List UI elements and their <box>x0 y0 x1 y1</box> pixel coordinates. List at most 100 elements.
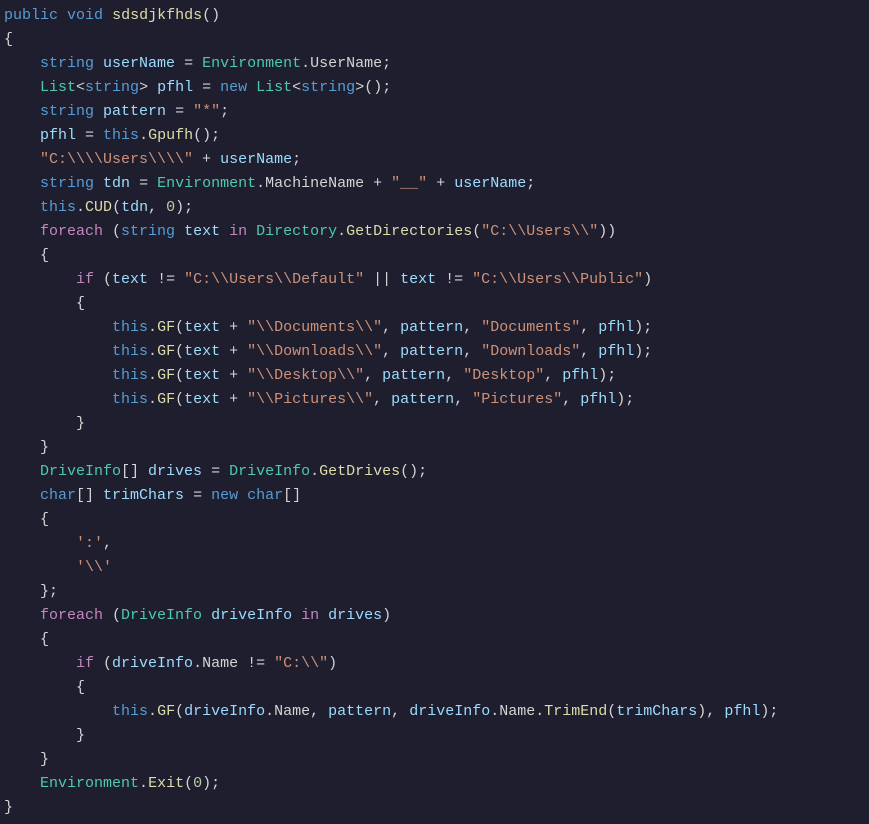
token: "C:\\\\Users\\\\" <box>40 151 193 168</box>
token: string <box>40 103 94 120</box>
token: pattern <box>382 367 445 384</box>
token: , <box>382 343 400 360</box>
token: string <box>40 55 94 72</box>
token: ) <box>382 607 391 624</box>
token: CUD <box>85 199 112 216</box>
token: + <box>220 343 247 360</box>
token: ); <box>598 367 616 384</box>
token: ; <box>526 175 535 192</box>
token: this <box>112 343 148 360</box>
token: Name <box>274 703 310 720</box>
token: = <box>202 463 229 480</box>
token: "*" <box>193 103 220 120</box>
token: "Pictures" <box>472 391 562 408</box>
token: pattern <box>400 319 463 336</box>
token: + <box>193 151 220 168</box>
token: trimChars <box>616 703 697 720</box>
token: Name <box>202 655 238 672</box>
token: , <box>364 367 382 384</box>
token: . <box>139 775 148 792</box>
token: GF <box>157 343 175 360</box>
token: ( <box>94 271 112 288</box>
token: pfhl <box>598 343 634 360</box>
token: = <box>76 127 103 144</box>
token: UserName <box>310 55 382 72</box>
token: < <box>76 79 85 96</box>
token: ( <box>175 319 184 336</box>
token: new <box>211 487 238 504</box>
token: , <box>445 367 463 384</box>
token: string <box>85 79 139 96</box>
token: ; <box>292 151 301 168</box>
token: ( <box>103 223 121 240</box>
token: . <box>490 703 499 720</box>
token: + <box>220 367 247 384</box>
token: text <box>112 271 148 288</box>
token: char <box>247 487 283 504</box>
token: void <box>67 7 103 24</box>
token: , <box>148 199 166 216</box>
token: "__" <box>391 175 427 192</box>
token: this <box>112 319 148 336</box>
code-editor: public void sdsdjkfhds() { string userNa… <box>0 0 869 824</box>
token: GF <box>157 319 175 336</box>
token: GetDrives <box>319 463 400 480</box>
token: ); <box>202 775 220 792</box>
token: pattern <box>391 391 454 408</box>
token: . <box>535 703 544 720</box>
token: [] <box>76 487 103 504</box>
token: MachineName <box>265 175 364 192</box>
token: tdn <box>121 199 148 216</box>
token: ); <box>616 391 634 408</box>
token: + <box>220 319 247 336</box>
token: "C:\\" <box>274 655 328 672</box>
token: pfhl <box>598 319 634 336</box>
token: GF <box>157 391 175 408</box>
token: + <box>220 391 247 408</box>
token: text <box>184 223 220 240</box>
token: Name <box>499 703 535 720</box>
token: "Documents" <box>481 319 580 336</box>
token: , <box>544 367 562 384</box>
brace: } <box>76 415 85 432</box>
token: "\\Pictures\\" <box>247 391 373 408</box>
token <box>238 487 247 504</box>
method-name: sdsdjkfhds <box>112 7 202 24</box>
token: , <box>580 343 598 360</box>
brace: { <box>40 511 49 528</box>
token: this <box>103 127 139 144</box>
token: char <box>40 487 76 504</box>
token: new <box>220 79 247 96</box>
token: this <box>40 199 76 216</box>
token: ( <box>175 703 184 720</box>
brace: { <box>76 295 85 312</box>
token: . <box>265 703 274 720</box>
token: (); <box>400 463 427 480</box>
token: , <box>562 391 580 408</box>
token: , <box>373 391 391 408</box>
brace: } <box>40 439 49 456</box>
token: , <box>391 703 409 720</box>
token: trimChars <box>103 487 184 504</box>
token: this <box>112 367 148 384</box>
token: ) <box>643 271 652 288</box>
token: "\\Documents\\" <box>247 319 382 336</box>
token: ':' <box>76 535 103 552</box>
token: . <box>148 703 157 720</box>
token: foreach <box>40 223 103 240</box>
brace: } <box>4 799 13 816</box>
token: Directory <box>256 223 337 240</box>
brace: { <box>4 31 13 48</box>
token: GetDirectories <box>346 223 472 240</box>
token: != <box>238 655 274 672</box>
token: TrimEnd <box>544 703 607 720</box>
token: = <box>184 487 211 504</box>
token: 0 <box>166 199 175 216</box>
token: = <box>130 175 157 192</box>
token: >(); <box>355 79 391 96</box>
token: , <box>310 703 328 720</box>
token: drives <box>148 463 202 480</box>
token: pfhl <box>724 703 760 720</box>
brace: { <box>40 631 49 648</box>
token: string <box>40 175 94 192</box>
